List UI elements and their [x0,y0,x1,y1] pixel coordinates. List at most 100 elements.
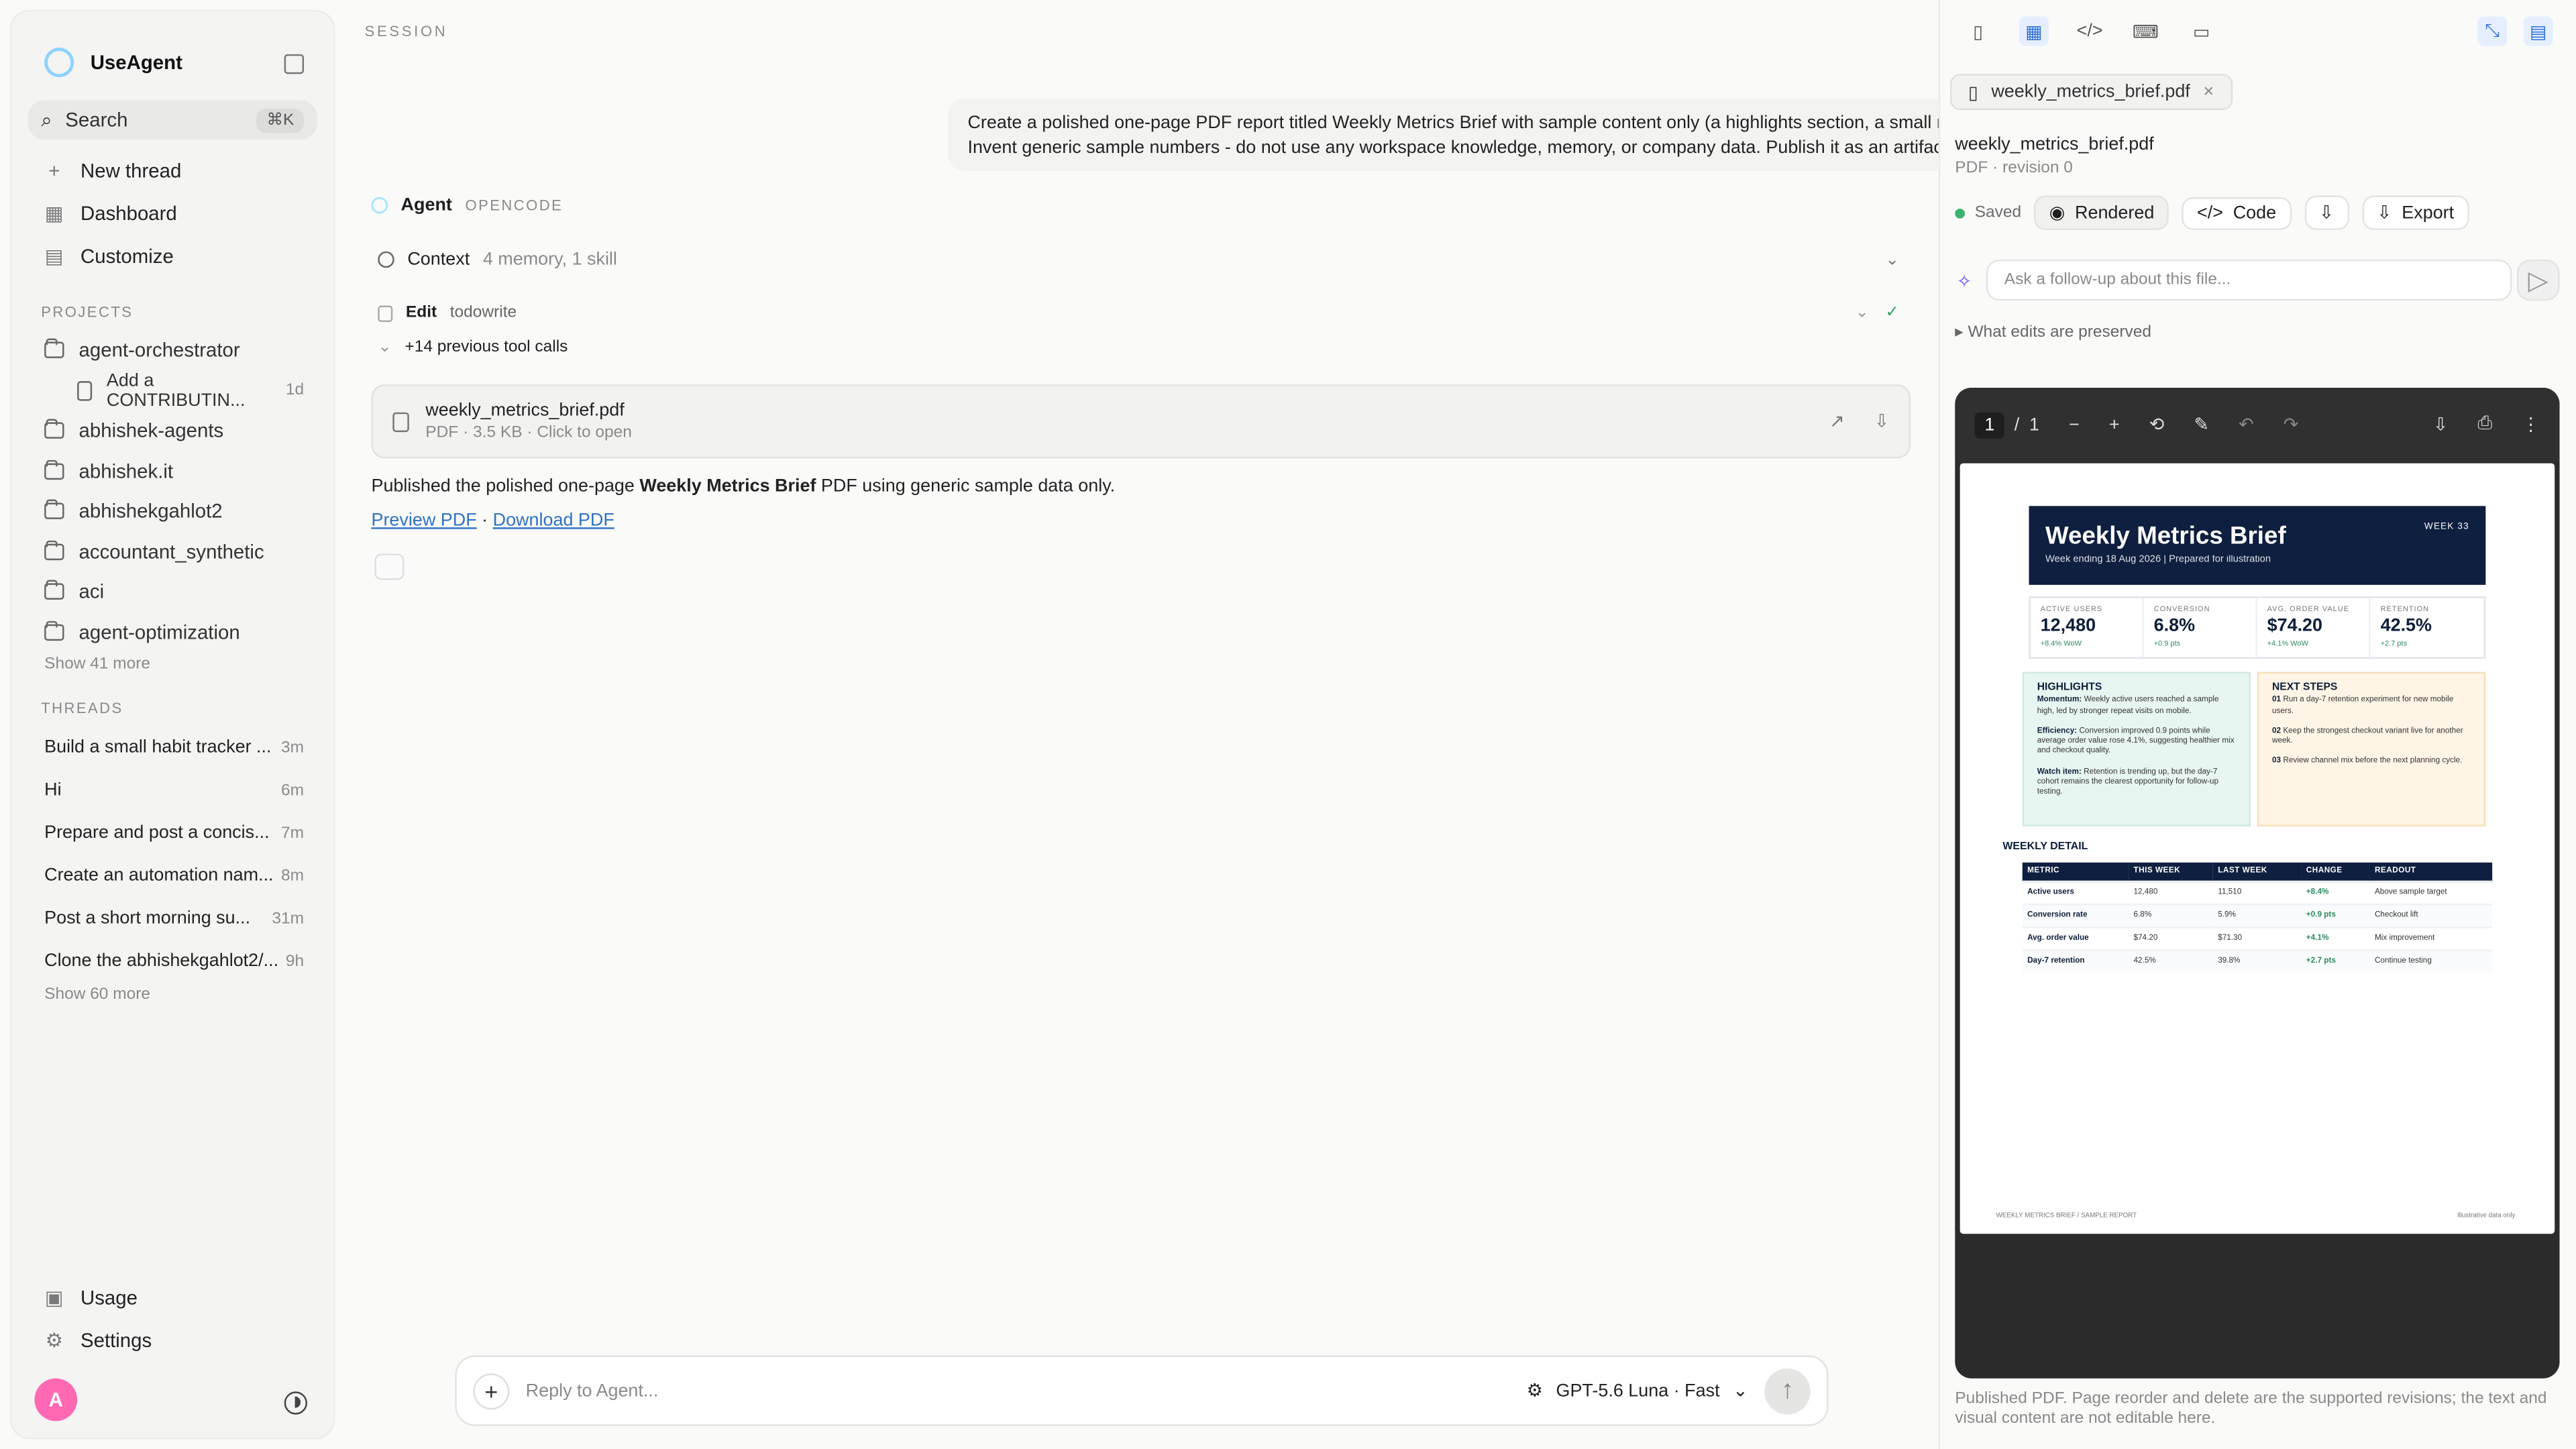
zoom-out-icon[interactable]: − [2069,415,2080,434]
code-tab[interactable]: </> Code [2182,196,2292,229]
table-cell: +4.1% [2301,926,2370,951]
collapse-sidebar-icon[interactable] [284,54,305,74]
preview-pdf-link[interactable]: Preview PDF [371,511,476,531]
previous-calls-row[interactable]: ⌄ +14 previous tool calls [378,338,568,356]
rotate-icon[interactable]: ⟲ [2149,414,2165,435]
thread-item[interactable]: Create an automation nam... 8m [28,854,317,897]
check-icon: ✓ [1885,304,1900,323]
kpi-label: RETENTION [2380,604,2430,613]
context-row[interactable]: Context 4 memory, 1 skill ⌄ [378,248,1899,271]
project-item[interactable]: abhishek.it [28,451,317,491]
chevron-down-icon[interactable]: ⌄ [1885,250,1899,268]
download-button[interactable]: ⇩ [2304,195,2349,230]
settings-button[interactable]: ⚙ Settings [28,1320,317,1362]
next-steps-title: NEXT STEPS [2271,682,2338,694]
close-icon[interactable]: × [2203,82,2214,101]
link-separator: · [476,511,493,531]
composer[interactable]: + Reply to Agent... ⚙ GPT-5.6 Luna · Fas… [455,1355,1829,1426]
table-cell: 6.8% [2129,903,2213,928]
thread-item[interactable]: Clone the abhishekgahlot2/... 9h [28,940,317,983]
copy-icon[interactable] [374,553,405,580]
thread-label: Prepare and post a concis... [44,822,270,843]
show-more-threads[interactable]: Show 60 more [28,985,317,1004]
export-button[interactable]: ⇩ Export [2361,195,2469,230]
pdf-footer-left: WEEKLY METRICS BRIEF / SAMPLE REPORT [1996,1210,2137,1220]
project-item[interactable]: agent-orchestrator [28,330,317,370]
file-actions: ↗ ⇩ [1829,411,1889,432]
nav-label: New thread [80,159,182,182]
highlight-lead: Watch item: [2037,768,2082,777]
table-cell: +2.7 pts [2301,949,2370,973]
project-item[interactable]: abhishekgahlot2 [28,491,317,531]
project-item[interactable]: accountant_synthetic [28,531,317,572]
kpi-change: +4.1% WoW [2267,639,2308,647]
code-icon[interactable]: </> [2075,16,2104,46]
project-subitem[interactable]: Add a CONTRIBUTIN... 1d [28,370,317,411]
page-number[interactable]: 1 [1974,411,2005,438]
project-item[interactable]: agent-optimization [28,612,317,652]
avatar[interactable]: A [34,1378,78,1421]
project-item[interactable]: aci [28,572,317,612]
thread-time: 8m [281,866,305,885]
download-icon[interactable]: ⇩ [1874,411,1890,432]
pdf-header: Weekly Metrics Brief Week ending 18 Aug … [2029,506,2486,585]
kpi-value: 42.5% [2380,616,2432,636]
project-item[interactable]: abhishek-agents [28,411,317,451]
expand-icon[interactable]: ⤡ [2477,16,2508,46]
next-step-text: Run a day-7 retention experiment for new… [2271,697,2454,716]
zoom-in-icon[interactable]: + [2109,415,2120,434]
main-panel: SESSION Create a polished one-page PDF r… [345,0,2255,1449]
send-button[interactable]: ↑ [1764,1367,1811,1414]
dashboard-button[interactable]: ▦ Dashboard [28,193,317,235]
palette-icon: ▤ [44,244,64,268]
file-card[interactable]: weekly_metrics_brief.pdf PDF · 3.5 KB · … [371,384,1911,459]
edit-row[interactable]: Edit todowrite ⌄ ✓ [378,304,1899,322]
file-tab[interactable]: ▯ weekly_metrics_brief.pdf × [1949,74,2233,111]
table-cell: $74.20 [2129,926,2213,951]
chip-icon: ⚙ [1526,1381,1543,1401]
composer-input[interactable]: Reply to Agent... [526,1381,659,1400]
usage-button[interactable]: ▣ Usage [28,1277,317,1320]
undo-icon[interactable]: ↶ [2239,414,2254,435]
export-label: Export [2402,203,2455,223]
table-icon[interactable]: ▦ [2019,16,2049,46]
draw-icon[interactable]: ✎ [2194,414,2209,435]
document-icon[interactable]: ▯ [1964,16,1993,46]
next-step-text: Keep the strongest checkout variant live… [2271,727,2463,747]
edits-preserved-toggle[interactable]: ▸ What edits are preserved [1955,323,2151,341]
table-cell: Day-7 retention [2022,949,2129,973]
kpi-value: 12,480 [2040,616,2096,636]
add-attachment-button[interactable]: + [473,1373,510,1409]
print-icon[interactable]: ⎙ [2478,414,2493,435]
pdf-kpis: ACTIVE USERS 12,480 +8.4% WoW CONVERSION… [2029,596,2486,659]
thread-item[interactable]: Prepare and post a concis... 7m [28,812,317,855]
download-pdf-link[interactable]: Download PDF [493,511,614,531]
open-external-icon[interactable]: ↗ [1829,411,1845,432]
thread-item[interactable]: Hi 6m [28,769,317,812]
table-cell: Conversion rate [2022,903,2129,928]
model-selector[interactable]: ⚙ GPT-5.6 Luna · Fast ⌄ [1527,1380,1748,1401]
download-icon[interactable]: ⇩ [2433,414,2449,435]
table-header: LAST WEEK [2212,862,2302,881]
thread-item[interactable]: Build a small habit tracker ... 3m [28,726,317,769]
terminal-icon[interactable]: ⌨ [2131,16,2160,46]
rendered-tab[interactable]: ◉ Rendered [2034,195,2169,230]
projects-title: PROJECTS [41,304,133,321]
new-thread-button[interactable]: + New thread [28,150,317,193]
search-input[interactable]: ⌕ Search ⌘K [28,100,317,140]
followup-input[interactable]: Ask a follow-up about this file... [1986,259,2512,301]
chevron-down-icon[interactable]: ⌄ [1855,304,1869,322]
more-icon[interactable]: ⋮ [2522,414,2540,435]
table-cell: +8.4% [2301,880,2370,905]
followup-send-button[interactable]: ▷ [2516,259,2560,301]
kpi: ACTIVE USERS 12,480 +8.4% WoW [2031,598,2144,657]
folder-icon [44,580,64,600]
show-more-projects[interactable]: Show 41 more [28,655,317,674]
panel-toggle-icon[interactable]: ▤ [2523,16,2553,46]
customize-button[interactable]: ▤ Customize [28,235,317,278]
thread-item[interactable]: Post a short morning su... 31m [28,897,317,940]
table-cell: $71.30 [2212,926,2302,951]
theme-toggle-icon[interactable] [284,1391,307,1415]
redo-icon[interactable]: ↷ [2284,414,2299,435]
monitor-icon[interactable]: ▭ [2187,16,2216,46]
